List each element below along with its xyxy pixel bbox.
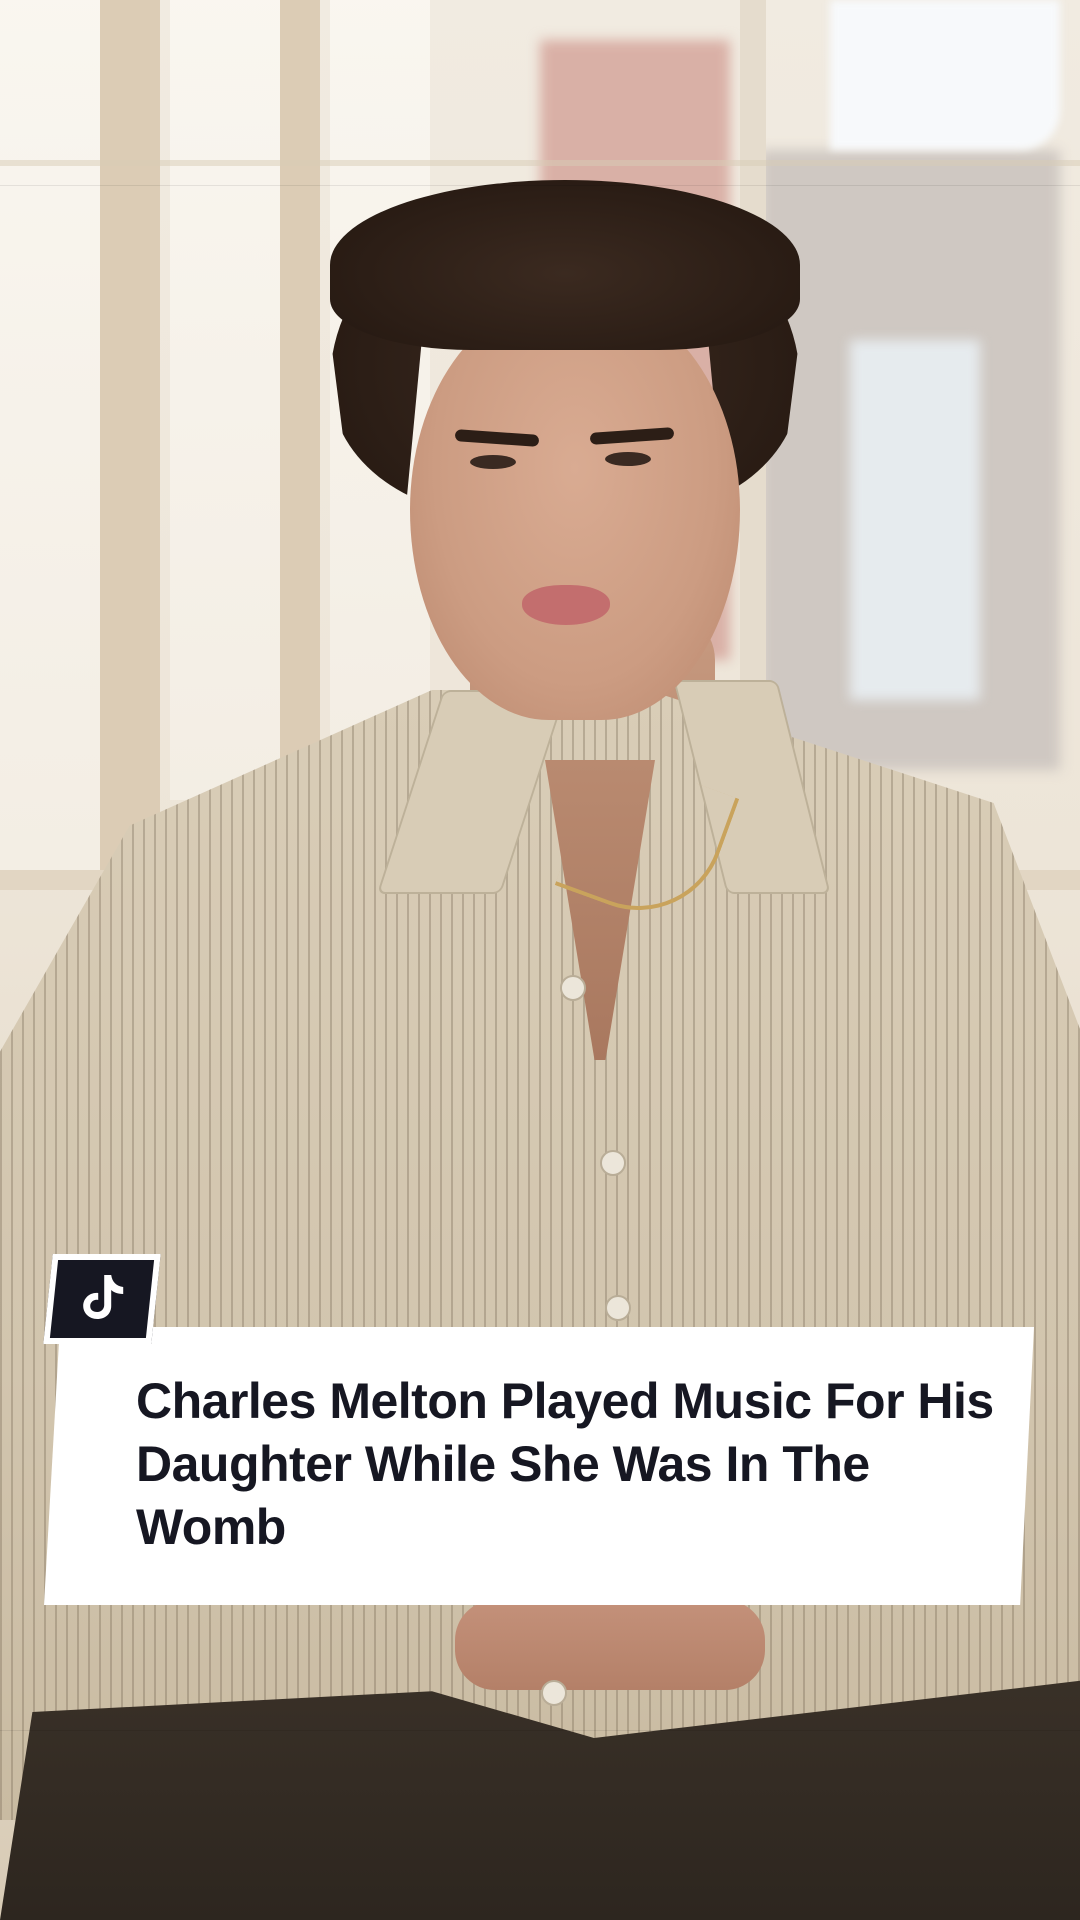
interview-subject <box>0 0 1080 1920</box>
shirt-button <box>605 1295 631 1321</box>
shirt-button <box>600 1150 626 1176</box>
eye-left <box>470 455 516 469</box>
clasped-hands <box>455 1600 765 1690</box>
shirt-button <box>541 1680 567 1706</box>
divider-line <box>0 185 1080 186</box>
tiktok-logo-icon <box>75 1271 129 1328</box>
eye-right <box>605 452 651 466</box>
face <box>410 300 740 720</box>
mouth <box>522 585 610 625</box>
tiktok-badge <box>43 1254 161 1344</box>
video-frame[interactable]: Charles Melton Played Music For His Daug… <box>0 0 1080 1920</box>
video-title: Charles Melton Played Music For His Daug… <box>136 1373 994 1555</box>
shirt-button <box>560 975 586 1001</box>
divider-line <box>0 1730 1080 1731</box>
hair-top <box>330 180 800 350</box>
